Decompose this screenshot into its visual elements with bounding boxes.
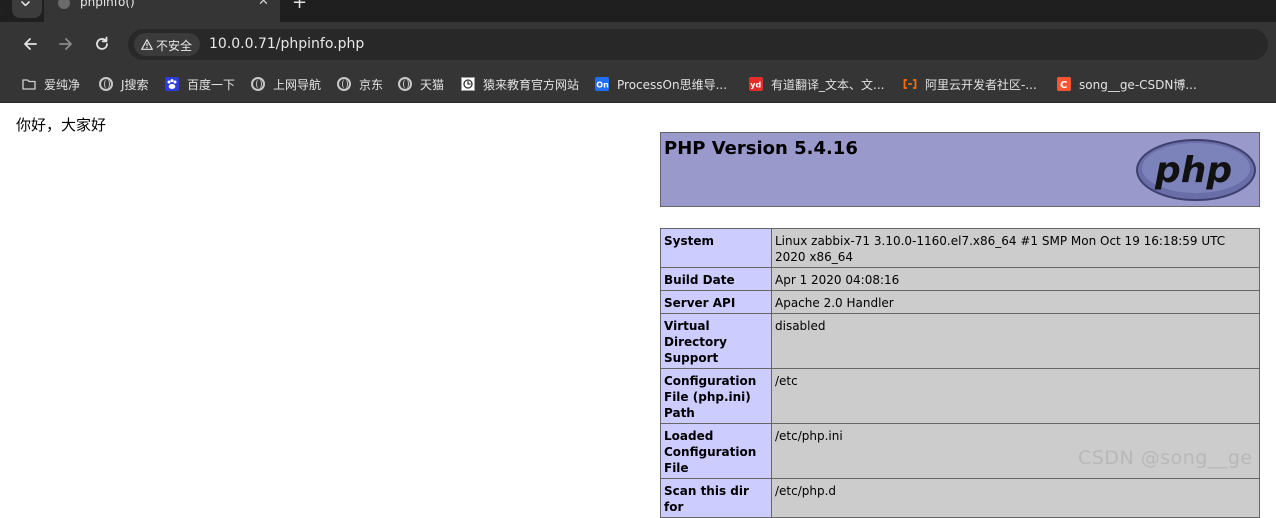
aliyun-icon <box>903 79 917 89</box>
globe-icon <box>251 77 265 91</box>
page-content: 你好，大家好 PHP Version 5.4.16 php System Lin… <box>0 103 1276 518</box>
table-value: /etc <box>771 368 1260 424</box>
table-key: Scan this dir for <box>660 478 772 518</box>
baidu-paw-icon <box>165 77 179 91</box>
bookmark-label: 猿来教育官方网站 <box>483 78 580 92</box>
bookmark-label: 有道翻译_文本、文... <box>771 78 885 92</box>
browser-toolbar: 不安全 10.0.0.71/phpinfo.php <box>0 22 1276 66</box>
csdn-icon: C <box>1057 77 1071 91</box>
table-key: System <box>660 228 772 268</box>
globe-icon <box>99 77 113 91</box>
table-value: disabled <box>771 313 1260 369</box>
url-text[interactable]: 10.0.0.71/phpinfo.php <box>209 36 364 52</box>
table-key: Configuration File (php.ini) Path <box>660 368 772 424</box>
table-key: Loaded Configuration File <box>660 423 772 479</box>
php-version-title: PHP Version 5.4.16 <box>664 138 858 159</box>
csdn-watermark: CSDN @song__ge <box>1078 447 1253 469</box>
forward-arrow-icon[interactable] <box>55 33 77 55</box>
tab-strip: J phpinfo() ✕ + <box>0 0 1276 22</box>
bookmark-label: 爱纯净 <box>44 78 81 92</box>
bookmark-label: 天猫 <box>420 78 445 92</box>
tab-close-icon[interactable]: ✕ <box>258 0 269 9</box>
svg-text:On: On <box>596 81 609 90</box>
bookmark-label: J搜索 <box>121 78 149 92</box>
svg-text:yd: yd <box>750 81 761 90</box>
bookmark-label: 百度一下 <box>187 78 236 92</box>
table-row: Server API Apache 2.0 Handler <box>660 290 1260 314</box>
tab-search-button[interactable] <box>12 0 42 18</box>
php-logo[interactable]: php <box>1135 138 1257 202</box>
site-logo-icon <box>461 77 475 91</box>
bookmark-label: 上网导航 <box>273 78 322 92</box>
php-version-header: PHP Version 5.4.16 php <box>660 132 1260 207</box>
chevron-down-icon <box>21 1 30 6</box>
table-value: Apr 1 2020 04:08:16 <box>771 267 1260 291</box>
new-tab-button[interactable]: + <box>292 0 307 13</box>
warning-icon <box>141 39 153 50</box>
table-key: Virtual Directory Support <box>660 313 772 369</box>
stray-glyph: J <box>0 2 4 16</box>
table-row: System Linux zabbix-71 3.10.0-1160.el7.x… <box>660 228 1260 268</box>
security-label: 不安全 <box>156 39 193 53</box>
table-value: Linux zabbix-71 3.10.0-1160.el7.x86_64 #… <box>771 228 1260 268</box>
table-row: Virtual Directory Support disabled <box>660 313 1260 369</box>
table-row: Configuration File (php.ini) Path /etc <box>660 368 1260 424</box>
globe-icon <box>398 77 412 91</box>
bookmark-label: 阿里云开发者社区-... <box>925 78 1037 92</box>
processon-icon: On <box>595 77 609 91</box>
table-key: Build Date <box>660 267 772 291</box>
table-value: Apache 2.0 Handler <box>771 290 1260 314</box>
bookmark-label: ProcessOn思维导... <box>617 78 728 92</box>
youdao-icon: yd <box>749 77 763 91</box>
folder-icon <box>22 79 36 90</box>
table-row: Build Date Apr 1 2020 04:08:16 <box>660 267 1260 291</box>
bookmark-label: 京东 <box>359 78 384 92</box>
reload-icon[interactable] <box>91 33 113 55</box>
table-key: Server API <box>660 290 772 314</box>
address-bar[interactable]: 不安全 10.0.0.71/phpinfo.php <box>128 29 1268 60</box>
security-chip[interactable]: 不安全 <box>134 33 200 56</box>
bookmarks-bar: 爱纯净 J搜索 百度一下 上网导航 京东 天猫 猿来教育官方网站 On Proc… <box>0 66 1276 103</box>
tab-title: phpinfo() <box>80 0 135 9</box>
svg-text:C: C <box>1060 80 1067 91</box>
php-info-table: System Linux zabbix-71 3.10.0-1160.el7.x… <box>660 228 1260 518</box>
globe-icon <box>337 77 351 91</box>
greeting-text: 你好，大家好 <box>16 116 107 134</box>
table-row: Scan this dir for /etc/php.d <box>660 478 1260 518</box>
table-value: /etc/php.d <box>771 478 1260 518</box>
bookmark-label: song__ge-CSDN博... <box>1079 78 1197 92</box>
back-arrow-icon[interactable] <box>19 33 41 55</box>
svg-text:php: php <box>1154 150 1232 191</box>
